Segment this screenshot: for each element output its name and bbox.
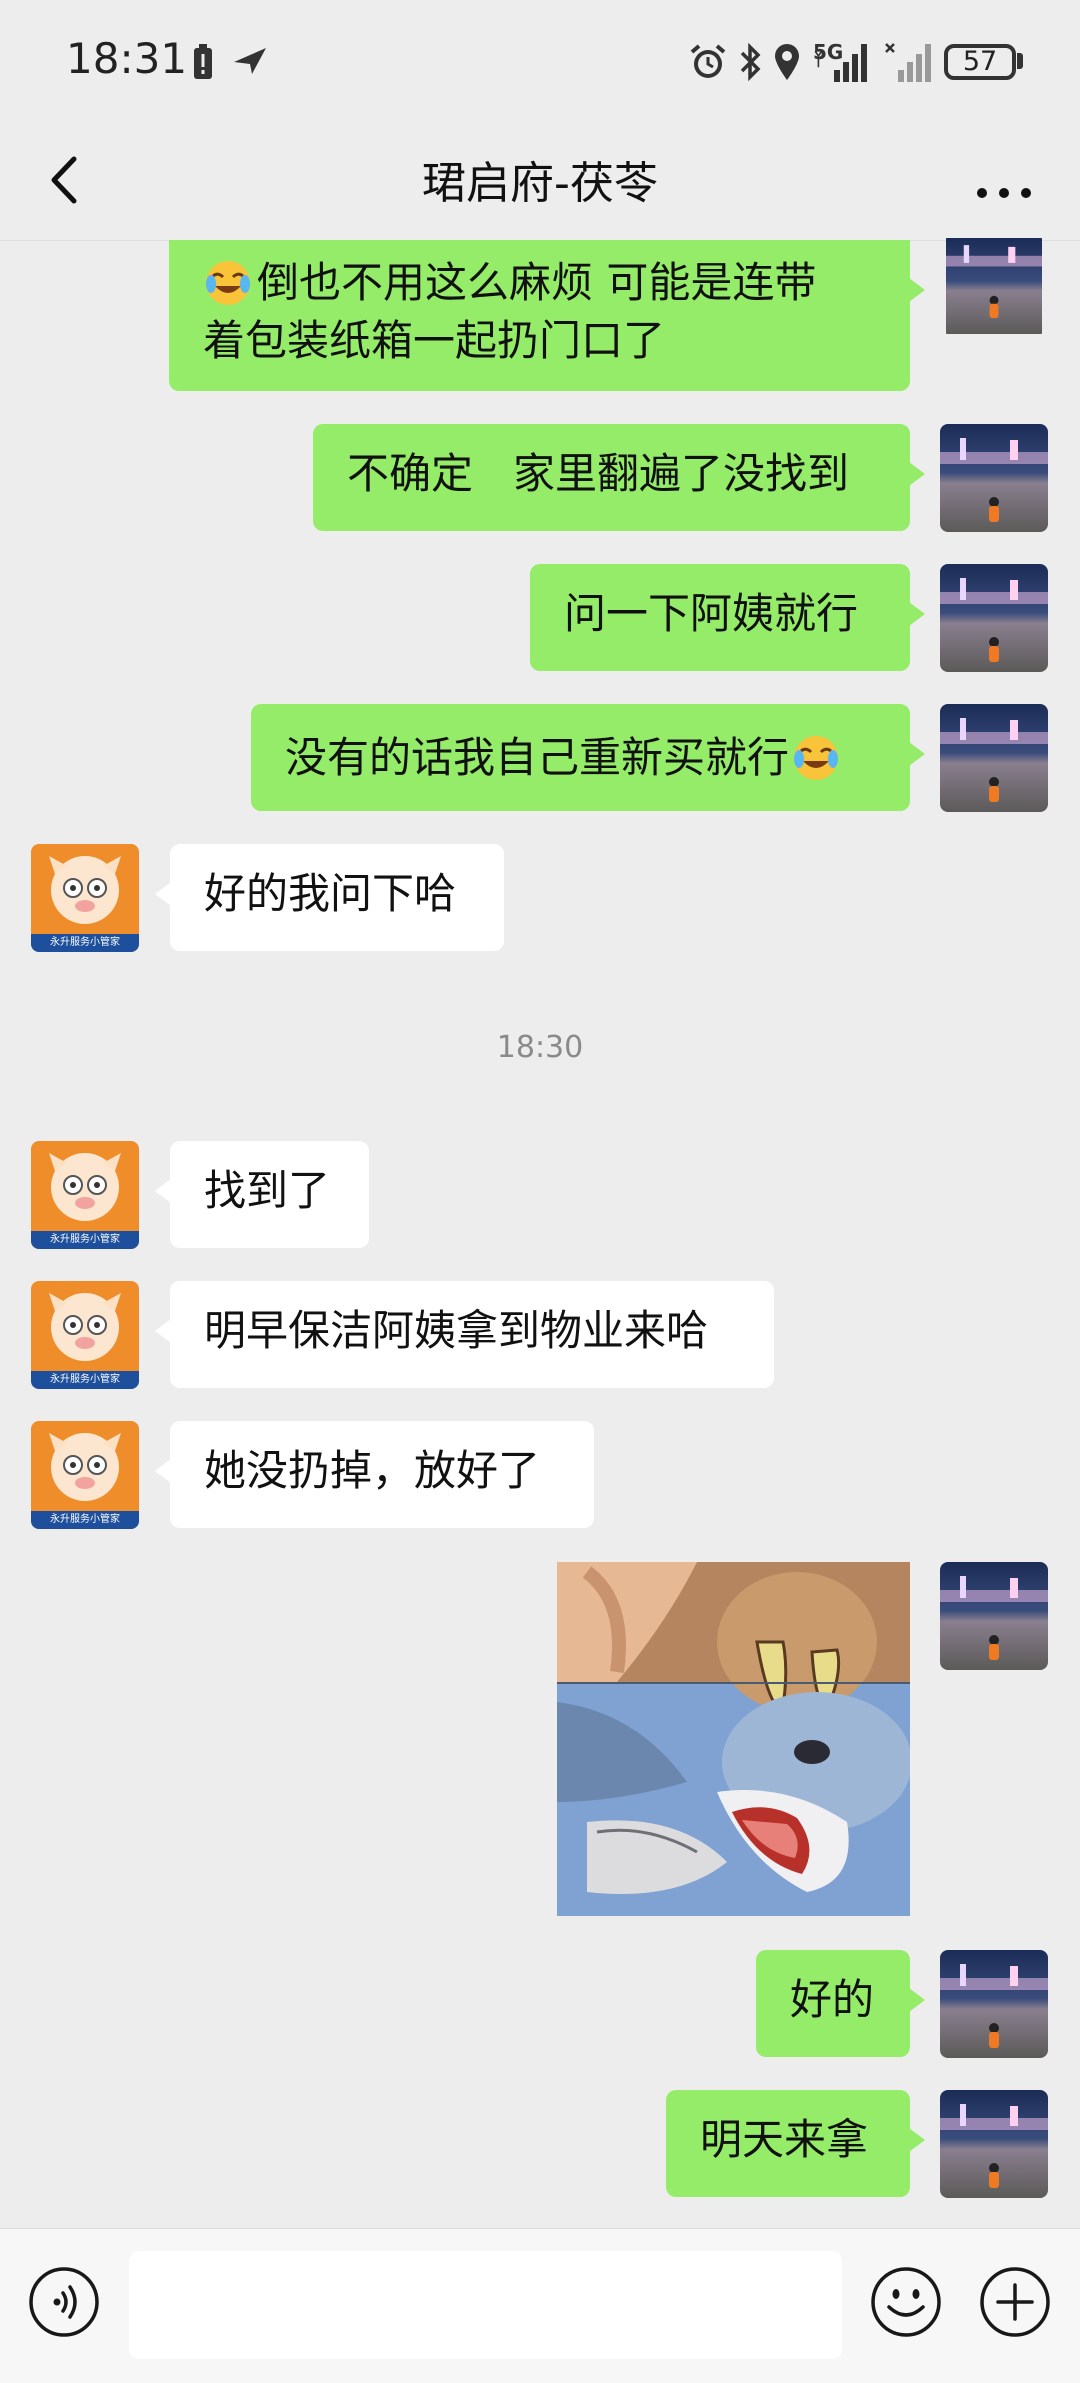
message-text: 找到了: [204, 1166, 331, 1215]
message-text: 没有的话我自己重新买就行: [285, 732, 790, 782]
cat-sticker-image: [557, 1562, 910, 1916]
message-text: 明早保洁阿姨拿到物业来哈: [204, 1306, 709, 1355]
status-time: 18:31: [66, 34, 188, 83]
message-text: 明天来拿: [700, 2115, 869, 2164]
message-bubble[interactable]: 好的: [756, 1950, 925, 2057]
user-avatar[interactable]: [940, 564, 1048, 672]
battery-indicator: 57: [944, 44, 1016, 80]
user-avatar[interactable]: [940, 704, 1048, 812]
signal-strength-icon: [814, 44, 867, 82]
message-bubble[interactable]: 问一下阿姨就行: [530, 564, 925, 671]
contact-avatar-label: 永升服务小管家: [50, 1234, 120, 1245]
message-bubble[interactable]: 没有的话我自己重新买就行: [251, 704, 925, 811]
contact-avatar[interactable]: 永升服务小管家: [31, 1421, 139, 1529]
message-text: 好的我问下哈: [204, 869, 457, 918]
tears-of-joy-emoji-icon: [794, 735, 839, 780]
battery-tip: [1017, 53, 1023, 69]
contact-avatar[interactable]: 永升服务小管家: [31, 1141, 139, 1249]
user-avatar[interactable]: [940, 238, 1048, 334]
input-bar: [0, 2228, 1080, 2383]
contact-avatar-label: 永升服务小管家: [50, 1374, 120, 1385]
contact-avatar[interactable]: 永升服务小管家: [31, 844, 139, 952]
contact-avatar-label: 永升服务小管家: [50, 1514, 120, 1525]
location-pin-icon: [775, 44, 799, 80]
bluetooth-icon: [740, 42, 761, 82]
message-bubble[interactable]: 好的我问下哈: [155, 844, 504, 951]
user-avatar[interactable]: [940, 424, 1048, 532]
alarm-icon: [690, 44, 726, 78]
emoji-smile-icon[interactable]: [869, 2265, 943, 2339]
message-line: 倒也不用这么麻烦 可能是连带: [203, 254, 876, 312]
chat-header: 珺启府-茯苓: [0, 125, 1080, 241]
chat-title: 珺启府-茯苓: [422, 158, 658, 209]
more-horizontal-icon[interactable]: [960, 145, 1050, 215]
sticker-message[interactable]: [557, 1562, 910, 1916]
message-bubble[interactable]: 明天来拿: [666, 2090, 925, 2197]
message-text: 她没扔掉，放好了: [204, 1446, 541, 1495]
contact-avatar-label: 永升服务小管家: [50, 937, 120, 948]
voice-icon[interactable]: [27, 2265, 101, 2339]
status-bar: 18:31 5G 57: [0, 0, 1080, 125]
user-avatar[interactable]: [940, 1950, 1048, 2058]
message-text: 倒也不用这么麻烦 可能是连带: [257, 258, 817, 307]
message-bubble[interactable]: 明早保洁阿姨拿到物业来哈: [155, 1281, 774, 1388]
tears-of-joy-emoji-icon: [206, 261, 250, 305]
message-text: 着包装纸箱一起扔门口了: [203, 316, 666, 365]
user-avatar[interactable]: [940, 2090, 1048, 2198]
message-text: 好的: [790, 1975, 875, 2024]
contact-avatar[interactable]: 永升服务小管家: [31, 1281, 139, 1389]
message-input[interactable]: [129, 2251, 842, 2359]
message-bubble[interactable]: 倒也不用这么麻烦 可能是连带 着包装纸箱一起扔门口了: [169, 240, 925, 391]
location-arrow-icon: [234, 48, 266, 74]
user-avatar[interactable]: [940, 1562, 1048, 1670]
chat-timestamp: 18:30: [496, 1030, 584, 1065]
signal-strength-secondary-icon: [885, 43, 931, 82]
message-bubble[interactable]: 她没扔掉，放好了: [155, 1421, 594, 1528]
message-text: 不确定 家里翻遍了没找到: [347, 449, 850, 498]
plus-circle-icon[interactable]: [978, 2265, 1052, 2339]
message-bubble[interactable]: 找到了: [155, 1141, 369, 1248]
message-text: 问一下阿姨就行: [564, 589, 859, 638]
battery-alert-icon: [194, 44, 212, 79]
message-bubble[interactable]: 不确定 家里翻遍了没找到: [313, 424, 925, 531]
